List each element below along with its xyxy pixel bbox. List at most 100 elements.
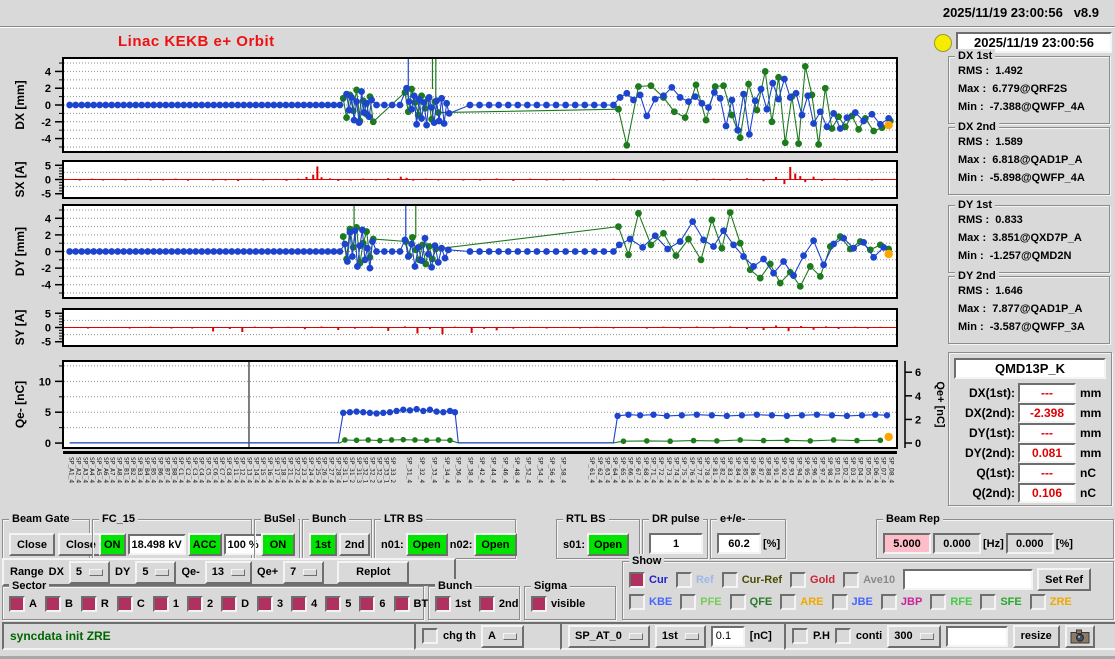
bunch-2nd-button[interactable]: 2nd: [338, 533, 371, 556]
screenshot-button[interactable]: [1064, 624, 1095, 648]
sector-bt-checkbox[interactable]: [393, 596, 410, 612]
svg-text:-5: -5: [41, 337, 51, 349]
svg-text:SP_D4_4: SP_D4_4: [857, 457, 864, 483]
chg-th-checkbox[interactable]: [422, 628, 438, 644]
show-jbe-checkbox[interactable]: [831, 594, 848, 610]
status-message: syncdata init ZRE: [10, 629, 111, 643]
sector-1-checkbox[interactable]: [152, 596, 169, 612]
sector-group: Sector A B R C 1 2 D 3 4 5 6 BT: [2, 579, 428, 620]
ltr-n02-open-button[interactable]: Open: [474, 533, 517, 556]
sigma-visible-label: visible: [551, 598, 586, 610]
svg-text:SP_A4_4: SP_A4_4: [88, 457, 95, 483]
bpm-name-field[interactable]: QMD13P_K: [954, 358, 1106, 379]
show-are-checkbox[interactable]: [780, 594, 797, 610]
sector-b-checkbox[interactable]: [44, 596, 61, 612]
svg-text:5: 5: [45, 308, 51, 320]
svg-text:SP_12_4: SP_12_4: [239, 457, 246, 483]
resize-button[interactable]: resize: [1012, 624, 1060, 648]
conti-checkbox[interactable]: [834, 628, 851, 644]
svg-text:SP_32_4: SP_32_4: [418, 457, 425, 483]
orbit-plots-canvas[interactable]: 4 2 0 -2 -4 DX [mm] 5 0 -5 SX [A] 4 2 0 -2 -4 DY [mm] 5 0…: [0, 0, 946, 518]
svg-text:SP_22_4: SP_22_4: [293, 457, 300, 483]
svg-text:SP_67_4: SP_67_4: [634, 457, 641, 483]
replot-button[interactable]: Replot: [337, 560, 410, 584]
svg-text:SP_28_4: SP_28_4: [334, 457, 341, 483]
show-qfe-checkbox[interactable]: [729, 594, 746, 610]
svg-text:SP_17_4: SP_17_4: [273, 457, 280, 483]
svg-text:SP_85_4: SP_85_4: [742, 457, 749, 483]
sector-a-checkbox[interactable]: [9, 596, 25, 612]
show-kbe-checkbox[interactable]: [629, 594, 645, 610]
svg-text:SP_A8_4: SP_A8_4: [116, 457, 123, 483]
count-input[interactable]: [945, 625, 1008, 647]
svg-text:SP_24_4: SP_24_4: [307, 457, 314, 483]
show-zre-checkbox[interactable]: [1029, 594, 1046, 610]
rtl-s01-label: s01:: [563, 538, 586, 551]
show-ave10-checkbox[interactable]: [843, 571, 860, 588]
show-cur-ref-label: Cur-Ref: [741, 573, 783, 586]
dr-pulse-field[interactable]: 1: [649, 533, 703, 554]
svg-text:SP_34_4: SP_34_4: [443, 457, 450, 483]
show-gold-checkbox[interactable]: [790, 571, 807, 588]
show-jbe-label: JBE: [851, 596, 873, 608]
svg-text:SP_B3_4: SP_B3_4: [136, 457, 143, 483]
range-dx-dropdown[interactable]: 5: [68, 560, 111, 584]
ref-file-input[interactable]: [903, 569, 1034, 590]
svg-text:-2: -2: [41, 263, 51, 275]
show-label: Show: [629, 554, 665, 568]
sector-6-checkbox[interactable]: [359, 596, 376, 612]
sector-4-checkbox[interactable]: [291, 596, 308, 612]
rtl-s01-open-button[interactable]: Open: [587, 533, 630, 556]
show-zre-label: ZRE: [1049, 596, 1072, 608]
svg-text:-2: -2: [41, 117, 51, 129]
show-cur-checkbox[interactable]: [629, 571, 645, 588]
svg-text:SP_52_4: SP_52_4: [525, 457, 532, 483]
fc15-on-button[interactable]: ON: [99, 533, 126, 556]
ltr-n01-open-button[interactable]: Open: [405, 533, 448, 556]
range-qem-dropdown[interactable]: 13: [204, 560, 253, 584]
stats-dy1-min: Min : -1.257@QMD2N: [958, 250, 1072, 262]
svg-text:0: 0: [45, 247, 51, 259]
show-ref-checkbox[interactable]: [675, 571, 692, 588]
threshold-input[interactable]: [710, 625, 745, 647]
bunch-dropdown[interactable]: 1st: [654, 624, 706, 648]
busel-on-button[interactable]: ON: [261, 533, 295, 556]
sector-d-checkbox[interactable]: [221, 596, 238, 612]
ph-checkbox[interactable]: [792, 628, 808, 644]
set-ref-button[interactable]: Set Ref: [1037, 568, 1092, 591]
range-qep-d ropdown[interactable]: 7: [283, 560, 325, 584]
beam-rep-set-field[interactable]: 5.000: [883, 533, 931, 554]
sector-r-checkbox[interactable]: [80, 596, 97, 612]
stats-dx2-min: Min : -5.898@QWFP_4A: [958, 172, 1085, 184]
svg-text:SP_91_4: SP_91_4: [772, 457, 779, 483]
svg-text:SP_72_4: SP_72_4: [657, 457, 664, 483]
bunch-2nd-checkbox[interactable]: [478, 596, 495, 612]
range-dy-dropdown[interactable]: 5: [135, 560, 177, 584]
sigma-visible-checkbox[interactable]: [531, 596, 547, 612]
svg-text:SP_93_4: SP_93_4: [788, 457, 795, 483]
epe-ratio-field[interactable]: 60.2: [717, 533, 761, 554]
beam-gate-close1-button[interactable]: Close: [9, 533, 55, 556]
bunch-2nd-label: 2nd: [498, 598, 519, 610]
sector-5-checkbox[interactable]: [325, 596, 342, 612]
th-sector-dropdown[interactable]: A: [481, 624, 524, 648]
stats-dx2-max: Max : 6.818@QAD1P_A: [958, 154, 1083, 166]
sector-3-checkbox[interactable]: [257, 596, 274, 612]
sector-2-checkbox[interactable]: [186, 596, 203, 612]
conti-label: conti: [855, 630, 883, 642]
bpm-dropdown[interactable]: SP_AT_0: [568, 624, 650, 648]
navg-dropdown[interactable]: 300: [887, 624, 941, 648]
show-cur-ref-checkbox[interactable]: [721, 571, 738, 588]
show-rfe-checkbox[interactable]: [930, 594, 947, 610]
svg-text:SP_D3_4: SP_D3_4: [849, 457, 856, 483]
show-jbp-checkbox[interactable]: [880, 594, 897, 610]
bunch-1st-checkbox[interactable]: [435, 596, 451, 612]
fc15-acc-button[interactable]: ACC: [187, 533, 222, 556]
sector-c-checkbox[interactable]: [116, 596, 133, 612]
show-pfe-checkbox[interactable]: [680, 594, 697, 610]
svg-text:SP_D6_4: SP_D6_4: [872, 457, 879, 483]
bunch-1st-button[interactable]: 1st: [309, 533, 337, 556]
beam-rep-label: Beam Rep: [883, 512, 943, 526]
fc15-kv-field: 18.498 kV: [127, 534, 186, 555]
show-sfe-checkbox[interactable]: [980, 594, 997, 610]
